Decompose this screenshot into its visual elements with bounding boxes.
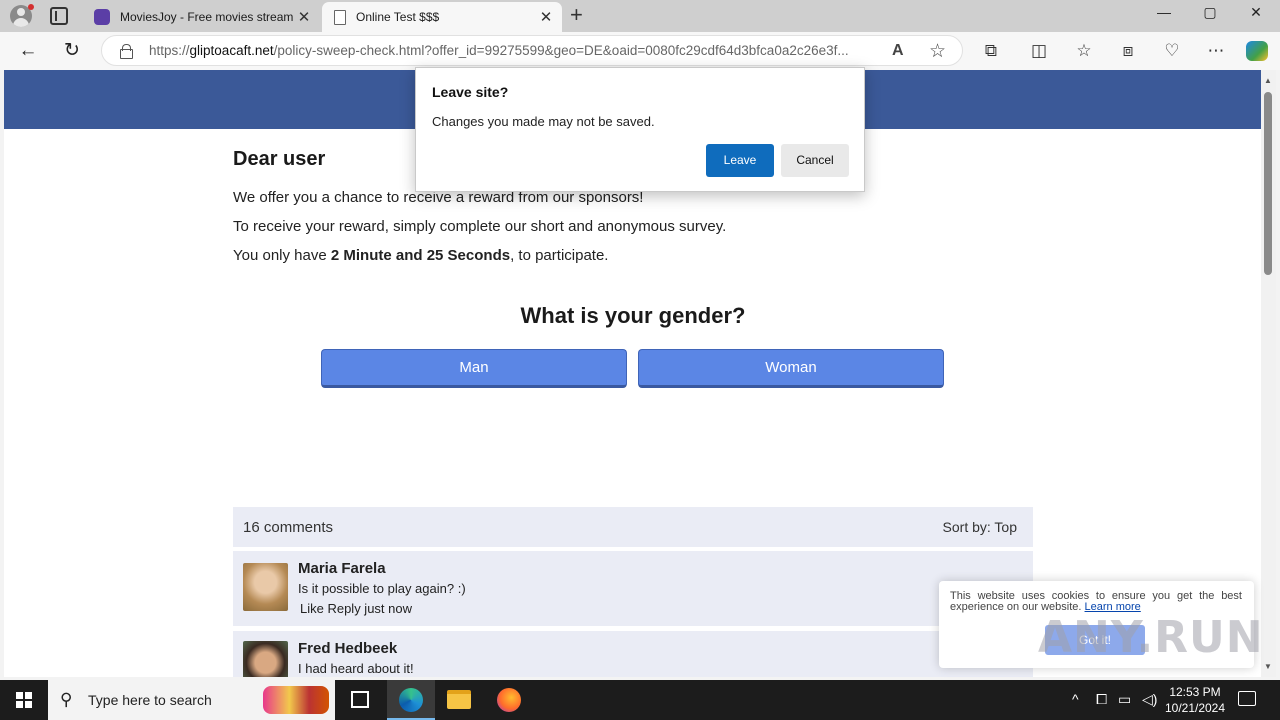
leave-button[interactable]: Leave [706,144,774,177]
lock-icon[interactable] [120,44,133,59]
survey-question: What is your gender? [520,303,746,328]
collections-icon[interactable]: ⧈ [1117,41,1139,61]
countdown-text: 2 Minute and 25 Seconds [330,247,511,264]
tab-moviesjoy[interactable]: MoviesJoy - Free movies streamin ✕ [86,2,320,32]
tab-strip: MoviesJoy - Free movies streamin ✕ Onlin… [0,0,1280,32]
leave-site-dialog: Leave site? Changes you made may not be … [415,67,865,192]
avatar [243,563,288,611]
device-icon[interactable]: ⧠ [1096,691,1107,708]
answer-woman-button[interactable]: Woman [638,349,944,388]
comment-item: Fred Hedbeek I had heard about it! [233,631,1033,677]
browser-essentials-icon[interactable]: ♡ [1161,41,1183,61]
cancel-button[interactable]: Cancel [781,144,849,177]
comment-author: Maria Farela [298,560,386,577]
close-tab-icon[interactable]: ✕ [536,8,556,26]
intro-line-2: To receive your reward, simply complete … [233,218,727,235]
comment-actions[interactable]: Like Reply just now [300,601,412,616]
clock-time: 12:53 PM [1169,685,1221,699]
windows-start-icon[interactable] [16,692,32,708]
extensions-icon[interactable]: ⧉ [980,41,1002,61]
tab-title: Online Test $$$ [356,10,440,24]
tab-online-test[interactable]: Online Test $$$ ✕ [322,2,562,32]
page-scrollbar[interactable]: ▲ ▼ [1261,70,1276,677]
comment-author: Fred Hedbeek [298,640,398,657]
system-clock[interactable]: 12:53 PM 10/21/2024 [1160,684,1230,716]
browser-toolbar: ← ↻ https://gliptoacaft.net/policy-sweep… [0,32,1280,70]
edge-taskbar-button[interactable] [387,680,435,720]
edge-icon [399,688,423,712]
explorer-taskbar-button[interactable] [435,680,483,720]
firefox-taskbar-button[interactable] [485,680,533,720]
minimize-button[interactable]: — [1141,4,1187,20]
more-menu-icon[interactable]: ⋯ [1205,41,1227,61]
address-bar[interactable]: https://gliptoacaft.net/policy-sweep-che… [101,35,963,66]
tab-actions-icon[interactable] [50,7,68,25]
task-view-icon[interactable] [351,691,369,708]
new-tab-button[interactable]: + [570,4,583,26]
refresh-button[interactable]: ↻ [61,40,83,62]
moviesjoy-favicon-icon [94,9,110,25]
taskbar: ⚲ Type here to search ^ ⧠ ▭ ◁) 12:53 PM … [0,680,1280,720]
back-button[interactable]: ← [17,40,39,62]
sort-by-control[interactable]: Sort by: Top [943,519,1017,535]
timer-line: You only have 2 Minute and 25 Seconds, t… [233,247,609,264]
search-placeholder: Type here to search [88,692,212,708]
favorites-icon[interactable]: ☆ [1073,41,1095,61]
maximize-button[interactable]: ▢ [1187,4,1233,21]
avatar [243,641,288,677]
comment-text: Is it possible to play again? :) [298,581,466,596]
cookie-text: This website uses cookies to ensure you … [950,590,1242,613]
favorite-star-icon[interactable]: ☆ [929,40,946,63]
scroll-up-icon[interactable]: ▲ [1264,76,1272,85]
scrollbar-thumb[interactable] [1264,92,1272,275]
copilot-icon[interactable] [1246,41,1268,61]
volume-icon[interactable]: ◁) [1142,691,1157,708]
notifications-icon[interactable] [1238,691,1256,706]
comments-header: 16 comments Sort by: Top [233,507,1033,547]
firefox-icon [497,688,521,712]
clock-date: 10/21/2024 [1164,701,1226,715]
anyrun-watermark: ANY.RUN [1038,612,1264,663]
show-hidden-icons-icon[interactable]: ^ [1072,691,1079,707]
scroll-down-icon[interactable]: ▼ [1264,662,1272,671]
greeting-heading: Dear user [233,148,326,170]
comments-count: 16 comments [243,519,334,536]
tab-title: MoviesJoy - Free movies streamin [120,10,294,24]
dialog-title: Leave site? [432,84,509,100]
answer-man-button[interactable]: Man [321,349,627,388]
notification-dot [28,4,34,10]
url-text[interactable]: https://gliptoacaft.net/policy-sweep-che… [149,43,884,58]
split-screen-icon[interactable]: ◫ [1028,41,1050,61]
search-highlight-icon [263,686,329,714]
comment-text: I had heard about it! [298,661,414,676]
close-tab-icon[interactable]: ✕ [294,8,314,26]
read-aloud-icon[interactable]: A [892,42,904,60]
page-favicon-icon [334,9,346,25]
folder-icon [447,690,471,709]
taskbar-search[interactable]: ⚲ Type here to search [48,680,335,720]
comment-item: Maria Farela Is it possible to play agai… [233,551,1033,626]
close-window-button[interactable]: ✕ [1233,4,1279,21]
network-icon[interactable]: ▭ [1118,691,1131,708]
search-icon: ⚲ [60,690,73,709]
dialog-message: Changes you made may not be saved. [432,114,655,129]
